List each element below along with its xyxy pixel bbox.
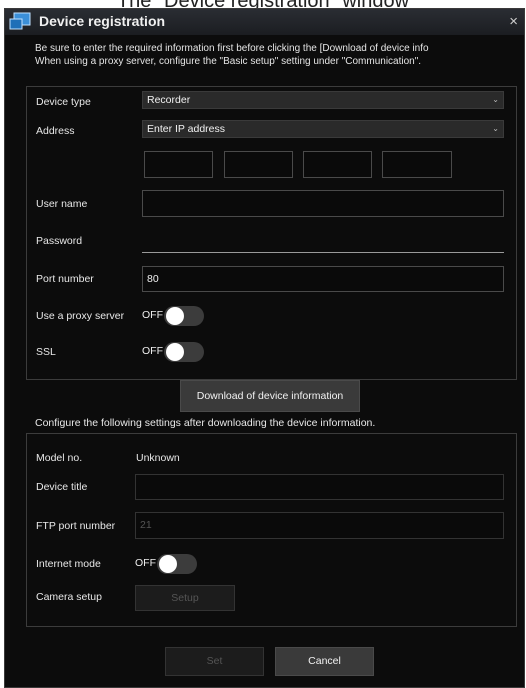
device-type-value: Recorder: [147, 94, 191, 106]
device-type-select[interactable]: Recorder ⌄: [142, 91, 504, 109]
chevron-down-icon: ⌄: [492, 124, 499, 133]
device-title-label: Device title: [36, 481, 88, 493]
ftp-port-input[interactable]: 21: [135, 512, 504, 539]
proxy-label: Use a proxy server: [36, 310, 125, 322]
ssl-state-text: OFF: [142, 345, 163, 357]
device-type-label: Device type: [36, 96, 91, 108]
address-type-select[interactable]: Enter IP address ⌄: [142, 120, 504, 138]
proxy-toggle-knob: [166, 307, 184, 325]
model-no-value: Unknown: [136, 452, 180, 464]
dialog-title: Device registration: [39, 13, 166, 29]
intro-text: Be sure to enter the required informatio…: [35, 42, 515, 68]
model-no-label: Model no.: [36, 452, 83, 464]
ip-octet-3-input[interactable]: [303, 151, 372, 178]
internet-toggle-knob: [159, 555, 177, 573]
port-number-input[interactable]: 80: [142, 266, 504, 292]
password-underline: [142, 252, 504, 253]
ssl-toggle[interactable]: OFF: [142, 342, 206, 362]
internet-mode-toggle[interactable]: OFF: [135, 554, 199, 574]
ip-octet-1-input[interactable]: [144, 151, 213, 178]
proxy-toggle[interactable]: OFF: [142, 306, 206, 326]
ip-octet-4-input[interactable]: [382, 151, 452, 178]
title-bar[interactable]: Device registration ×: [5, 9, 524, 35]
post-download-note: Configure the following settings after d…: [35, 417, 376, 429]
password-label: Password: [36, 235, 83, 247]
camera-setup-label: Camera setup: [36, 591, 102, 603]
proxy-state-text: OFF: [142, 309, 163, 321]
close-icon[interactable]: ×: [509, 13, 518, 30]
user-name-label: User name: [36, 198, 88, 210]
chevron-down-icon: ⌄: [492, 95, 499, 104]
ssl-label: SSL: [36, 346, 56, 358]
device-registration-dialog: Device registration × Be sure to enter t…: [4, 8, 525, 688]
cancel-button[interactable]: Cancel: [275, 647, 374, 676]
app-window-icon: [9, 12, 31, 30]
address-label: Address: [36, 125, 75, 137]
address-type-value: Enter IP address: [147, 123, 226, 135]
internet-mode-label: Internet mode: [36, 558, 101, 570]
port-number-label: Port number: [36, 273, 94, 285]
download-device-info-button[interactable]: Download of device information: [180, 380, 360, 412]
internet-state-text: OFF: [135, 557, 156, 569]
device-title-input[interactable]: [135, 474, 504, 500]
ip-octet-2-input[interactable]: [224, 151, 293, 178]
user-name-input[interactable]: [142, 190, 504, 217]
intro-line-2: When using a proxy server, configure the…: [35, 56, 422, 67]
setup-button[interactable]: Setup: [135, 585, 235, 611]
ftp-port-label: FTP port number: [36, 520, 116, 532]
ssl-toggle-knob: [166, 343, 184, 361]
set-button[interactable]: Set: [165, 647, 264, 676]
intro-line-1: Be sure to enter the required informatio…: [35, 43, 429, 54]
